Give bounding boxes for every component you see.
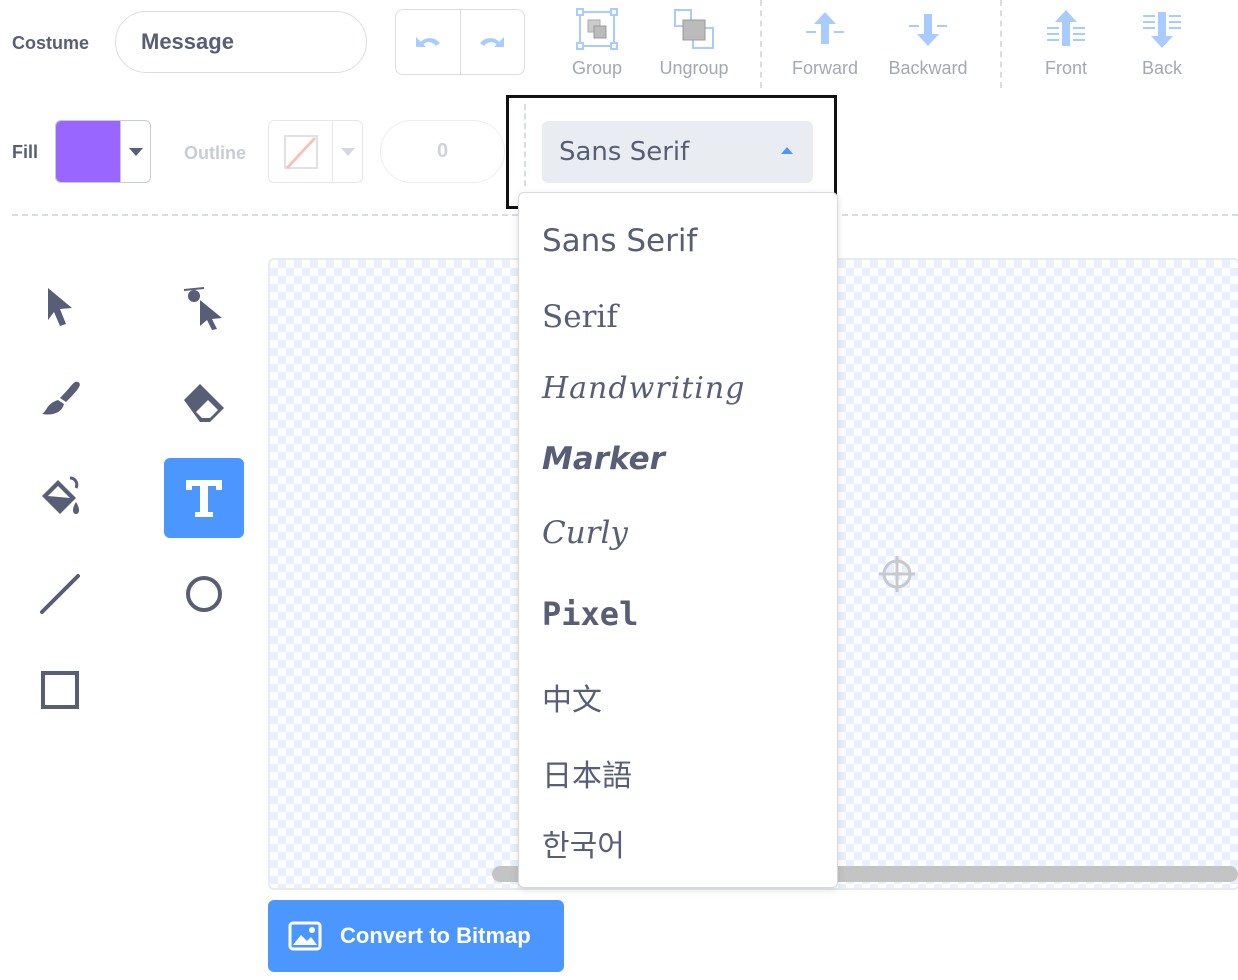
ungroup-label: Ungroup	[659, 58, 729, 78]
ungroup-icon	[674, 9, 714, 49]
font-option-pixel[interactable]: Pixel	[542, 595, 638, 633]
line-icon	[40, 574, 80, 614]
caret-down-icon	[128, 147, 143, 156]
text-icon	[186, 480, 222, 517]
rectangle-tool[interactable]	[20, 650, 100, 730]
back-icon	[1143, 12, 1181, 48]
undo-icon	[415, 37, 440, 47]
convert-to-bitmap-button[interactable]: Convert to Bitmap	[268, 900, 564, 972]
rectangle-icon	[41, 671, 79, 709]
eraser-icon	[184, 384, 224, 422]
toolbar-divider	[760, 0, 762, 88]
backward-label: Backward	[888, 58, 968, 78]
convert-label: Convert to Bitmap	[340, 923, 531, 948]
reshape-icon	[183, 287, 222, 330]
font-option-japanese[interactable]: 日本語	[542, 751, 632, 795]
group-icon	[576, 8, 618, 50]
brush-tool[interactable]	[20, 362, 100, 442]
fill-label: Fill	[12, 142, 38, 162]
brush-icon	[42, 381, 80, 415]
forward-label: Forward	[791, 58, 858, 78]
backward-icon	[909, 14, 947, 46]
outline-width-input[interactable]: 0	[380, 120, 505, 183]
front-icon	[1047, 10, 1085, 46]
outline-label: Outline	[184, 143, 246, 163]
fill-tool[interactable]	[20, 458, 100, 538]
text-tool[interactable]	[164, 458, 244, 538]
font-option-serif[interactable]: Serif	[542, 299, 618, 335]
select-tool[interactable]	[20, 266, 100, 346]
outline-color-swatch[interactable]	[269, 121, 332, 182]
ungroup-button[interactable]: Ungroup	[644, 6, 744, 86]
font-option-sans-serif[interactable]: Sans Serif	[542, 223, 697, 259]
font-option-marker[interactable]: Marker	[542, 441, 665, 477]
forward-icon	[806, 12, 844, 44]
group-label: Group	[571, 58, 623, 78]
caret-down-icon	[340, 147, 355, 156]
undo-redo-group	[395, 9, 525, 75]
front-button[interactable]: Front	[1016, 6, 1116, 86]
costume-label: Costume	[12, 33, 90, 53]
outline-dropdown-button[interactable]	[332, 121, 362, 182]
forward-button[interactable]: Forward	[775, 6, 875, 86]
redo-icon	[480, 37, 505, 47]
reshape-tool[interactable]	[164, 266, 244, 346]
back-button[interactable]: Back	[1112, 6, 1212, 86]
toolbar-divider	[1000, 0, 1002, 88]
redo-button[interactable]	[461, 10, 525, 74]
no-color-icon	[283, 134, 318, 169]
font-option-chinese[interactable]: 中文	[542, 675, 602, 719]
eraser-tool[interactable]	[164, 362, 244, 442]
back-label: Back	[1141, 58, 1183, 78]
line-tool[interactable]	[20, 554, 100, 634]
fill-dropdown-button[interactable]	[120, 121, 150, 182]
font-option-korean[interactable]: 한국어	[542, 821, 625, 865]
paint-bucket-icon	[42, 476, 79, 514]
pointer-icon	[48, 288, 72, 326]
front-label: Front	[1044, 58, 1087, 78]
costume-name-input[interactable]	[115, 11, 367, 73]
fill-color-picker[interactable]	[55, 120, 151, 183]
circle-icon	[186, 576, 222, 612]
font-dropdown-menu: Sans Serif Serif Handwriting Marker Curl…	[518, 192, 838, 888]
backward-button[interactable]: Backward	[878, 6, 978, 86]
outline-color-picker[interactable]	[268, 120, 363, 183]
image-icon	[288, 921, 322, 951]
crosshair-icon	[879, 556, 915, 592]
circle-tool[interactable]	[164, 554, 244, 634]
fill-color-swatch[interactable]	[56, 121, 120, 182]
undo-button[interactable]	[396, 10, 461, 74]
font-option-curly[interactable]: Curly	[542, 515, 628, 551]
group-button[interactable]: Group	[547, 6, 647, 86]
font-option-handwriting[interactable]: Handwriting	[542, 371, 745, 406]
